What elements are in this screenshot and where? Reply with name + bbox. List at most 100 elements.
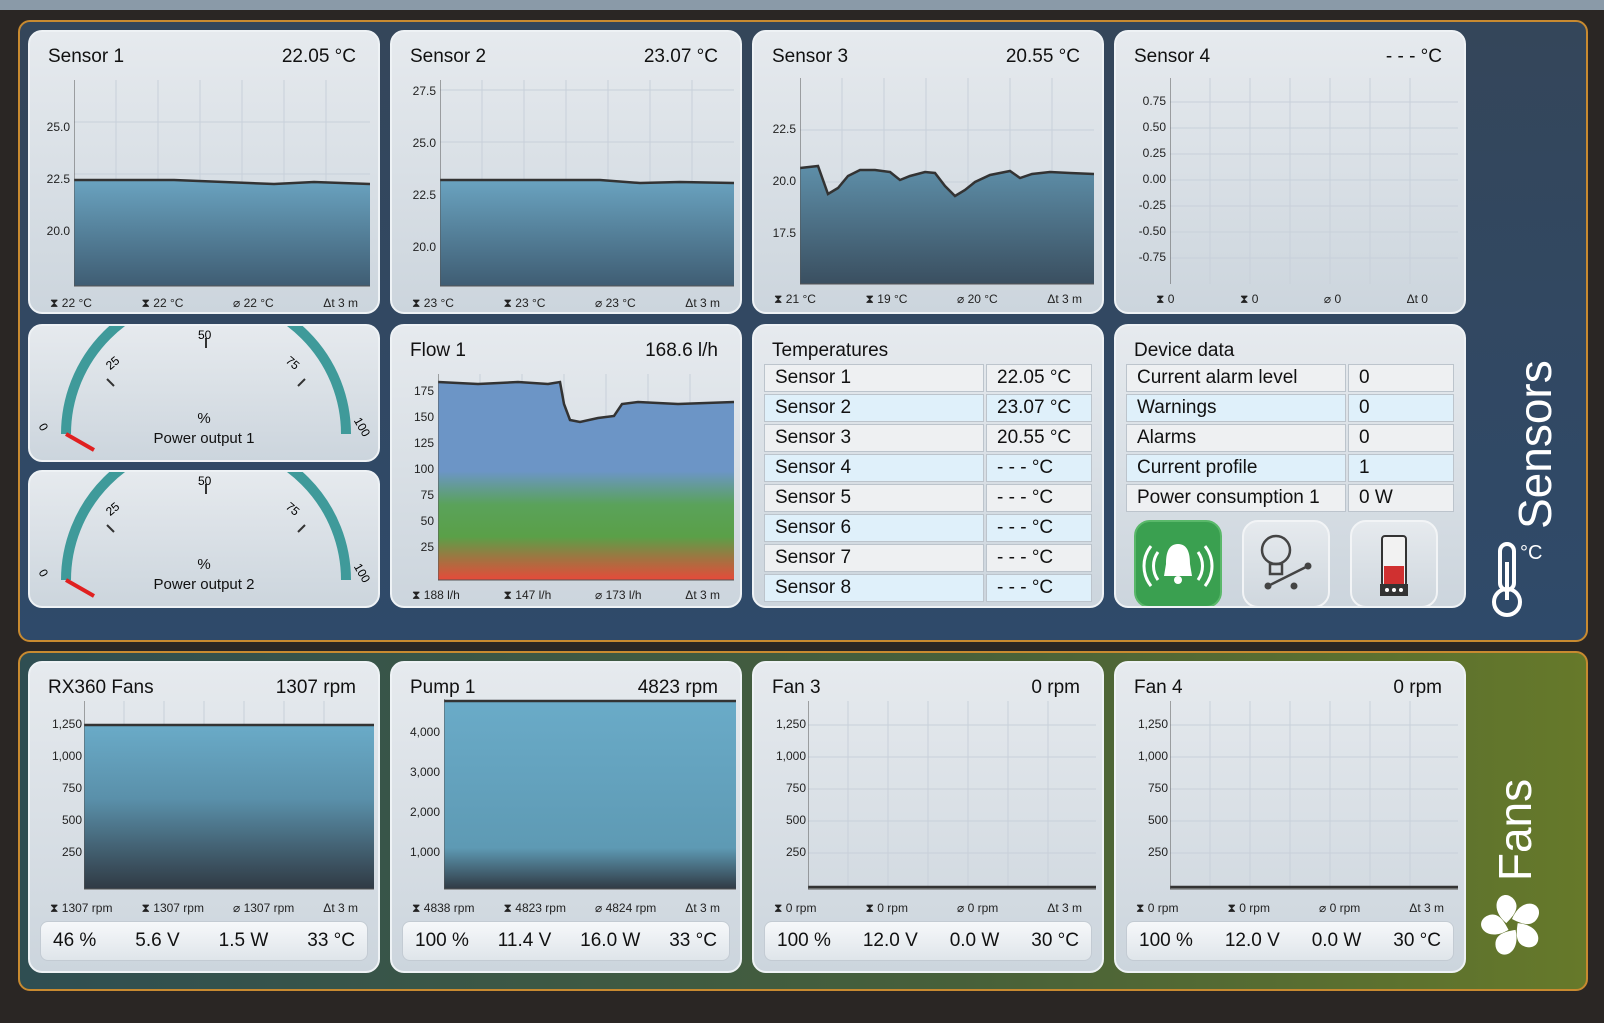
sensor-4-plot xyxy=(1170,78,1458,284)
y-tick: 22.5 xyxy=(772,122,796,136)
fan-chart-fan-4[interactable]: Fan 4 0 rpm 1,250 1,000 750 500 250 ⧗ 0 … xyxy=(1114,661,1466,973)
avg-icon: ⌀ xyxy=(233,901,244,915)
chart-title: Pump 1 xyxy=(410,677,476,698)
avg-icon: ⌀ xyxy=(595,296,606,310)
alarm-button[interactable] xyxy=(1134,520,1222,606)
y-tick: -0.50 xyxy=(1138,224,1166,238)
stat-max: ⧗ 22 °C xyxy=(50,296,92,310)
gauge-unit: % xyxy=(197,410,211,427)
gauge-title: Power output 1 xyxy=(153,430,255,447)
y-tick: 250 xyxy=(1147,845,1168,859)
y-tick: 1,000 xyxy=(775,749,806,763)
y-tick: 25.0 xyxy=(412,136,436,150)
max-icon: ⧗ xyxy=(412,901,424,915)
y-tick: 750 xyxy=(785,781,806,795)
sensor-chart-3[interactable]: Sensor 3 20.55 °C 22.5 20.0 17.5 ⧗ 21 °C… xyxy=(752,30,1104,314)
y-tick: 27.5 xyxy=(412,84,436,98)
fan-chart-fan-3[interactable]: Fan 3 0 rpm 1,250 1,000 750 500 250 ⧗ 0 … xyxy=(752,661,1104,973)
table-row: Sensor 1 22.05 °C xyxy=(764,364,1092,392)
y-tick: 150 xyxy=(413,410,434,424)
fan-footer: 100 % 12.0 V 0.0 W 30 °C xyxy=(764,921,1092,961)
sensor-2-plot xyxy=(440,80,734,287)
avg-icon: ⌀ xyxy=(595,901,606,915)
y-tick: 1,000 xyxy=(51,749,82,763)
fan-footer: 100 % 11.4 V 16.0 W 33 °C xyxy=(402,921,730,961)
min-icon: ⧗ xyxy=(503,588,516,602)
thermometer-unit: °C xyxy=(1520,542,1543,564)
temperatures-table: Sensor 1 22.05 °C Sensor 2 23.07 °C Sensor… xyxy=(764,364,1092,604)
chart-value: 168.6 l/h xyxy=(645,340,718,361)
sensor-chart-2[interactable]: Sensor 2 23.07 °C 27.5 25.0 22.5 20.0 ⧗ … xyxy=(390,30,742,314)
table-row: Sensor 3 20.55 °C xyxy=(764,424,1092,452)
y-tick: 0.00 xyxy=(1142,172,1166,186)
timespan-icon: Δt xyxy=(685,296,700,310)
chart-title: Sensor 2 xyxy=(410,46,487,67)
table-row: Power consumption 10 W xyxy=(1126,484,1454,512)
timespan-icon: Δt xyxy=(1409,901,1424,915)
timespan-icon: Δt xyxy=(1047,901,1062,915)
sensor-chart-4[interactable]: Sensor 4 - - - °C 0.75 0.50 0.25 0.00 -0… xyxy=(1114,30,1466,314)
table-row: Warnings 0 xyxy=(1126,394,1454,422)
y-tick: 100 xyxy=(413,462,434,476)
gauge-tick: 50 xyxy=(198,328,212,342)
y-tick: 750 xyxy=(1147,781,1168,795)
fan-wattage: 0.0 W xyxy=(1311,930,1362,951)
y-tick: 17.5 xyxy=(772,226,796,240)
sensor-chart-1[interactable]: Sensor 1 22.05 °C 25.0 22.5 20.0 ⧗ 22 °C… xyxy=(28,30,380,314)
sensor-3-plot xyxy=(800,78,1094,285)
fan-chart-rx360[interactable]: RX360 Fans 1307 rpm 1,250 1,000 750 500 … xyxy=(28,661,380,973)
y-tick: 50 xyxy=(420,514,434,528)
table-row: Current alarm level 0 xyxy=(1126,364,1454,392)
y-tick: 0.75 xyxy=(1142,94,1166,108)
min-icon: ⧗ xyxy=(1227,901,1240,915)
y-tick: 75 xyxy=(420,488,434,502)
fan-4-plot xyxy=(1170,701,1458,890)
device-data-table: Current alarm level 0 Warnings 0 Alarms 0 C… xyxy=(1126,364,1454,514)
timespan-icon: Δt xyxy=(323,901,338,915)
y-tick: 0.25 xyxy=(1142,146,1166,160)
table-row: Sensor 6- - - °C xyxy=(764,514,1092,542)
chart-value: - - - °C xyxy=(1385,46,1442,67)
max-icon: ⧗ xyxy=(412,296,424,310)
fan-voltage: 12.0 V xyxy=(1224,930,1280,951)
fans-label: Fans xyxy=(1489,778,1541,882)
reservoir-icon xyxy=(1380,535,1408,596)
fans-group: Fans RX360 Fans 1307 rpm 1,250 1,000 750… xyxy=(18,651,1588,991)
table-row: Sensor 4- - - °C xyxy=(764,454,1092,482)
fan-power-percent: 46 % xyxy=(53,930,97,951)
gauge-unit: % xyxy=(197,556,211,573)
y-tick: 22.5 xyxy=(46,172,70,186)
gauge-power-output-2[interactable]: 0 25 50 75 100 % Power output 2 xyxy=(28,470,380,608)
max-icon: ⧗ xyxy=(412,588,424,602)
table-row: Sensor 5- - - °C xyxy=(764,484,1092,512)
y-tick: 20.0 xyxy=(772,174,796,188)
timespan-icon: Δt xyxy=(1047,292,1062,306)
fan-chart-pump-1[interactable]: Pump 1 4823 rpm 4,000 3,000 2,000 1,000 … xyxy=(390,661,742,973)
alarm-bell-icon xyxy=(1142,544,1214,587)
sensors-label: Sensors xyxy=(1509,360,1561,529)
flow-plot xyxy=(438,374,734,581)
chart-title: Fan 4 xyxy=(1134,677,1183,698)
gauge-power-output-1[interactable]: 0 25 50 75 100 % Power output 1 xyxy=(28,324,380,462)
chart-title: Sensor 3 xyxy=(772,46,849,67)
panel-title: Device data xyxy=(1134,340,1235,361)
fan-wattage: 1.5 W xyxy=(218,930,269,951)
timespan-icon: Δt xyxy=(685,901,700,915)
flow-chart[interactable]: Flow 1 168.6 l/h 175 150 125 100 75 50 2… xyxy=(390,324,742,608)
chart-value: 4823 rpm xyxy=(637,677,718,698)
light-switch-button[interactable] xyxy=(1242,520,1330,606)
series-area xyxy=(800,166,1094,284)
fan-temperature: 33 °C xyxy=(669,930,717,951)
y-tick: 500 xyxy=(785,813,806,827)
y-tick: 4,000 xyxy=(409,725,440,739)
reservoir-button[interactable] xyxy=(1350,520,1438,606)
stat-avg: ⌀ 22 °C xyxy=(233,296,274,310)
max-icon: ⧗ xyxy=(774,292,786,306)
lightbulb-switch-icon xyxy=(1260,534,1312,590)
gauge-title: Power output 2 xyxy=(153,576,255,593)
title-strip xyxy=(0,0,1604,10)
fan-icon xyxy=(1481,895,1540,955)
y-tick: 1,250 xyxy=(775,717,806,731)
fan-footer: 46 % 5.6 V 1.5 W 33 °C xyxy=(40,921,368,961)
gauge-tick: 50 xyxy=(198,474,212,488)
